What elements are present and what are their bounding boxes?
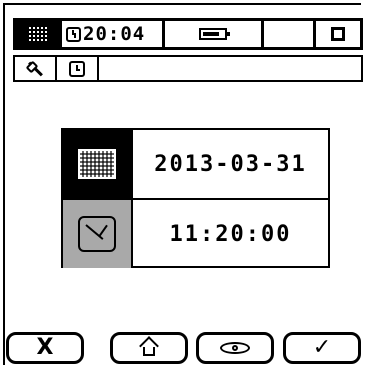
- cancel-button[interactable]: X: [6, 332, 84, 364]
- home-icon: [139, 339, 159, 357]
- datetime-panel: 2013-03-31 11:20:00: [61, 128, 330, 268]
- status-time: 20:04: [83, 23, 146, 45]
- status-bar: 20:04: [13, 18, 363, 50]
- tab-settings[interactable]: [15, 57, 57, 80]
- clock-icon: [69, 60, 85, 77]
- wrench-icon: [27, 61, 43, 77]
- time-value[interactable]: 11:20:00: [133, 200, 328, 268]
- view-button[interactable]: [196, 332, 274, 364]
- battery-icon: [199, 28, 230, 40]
- stop-icon: [331, 27, 345, 41]
- status-clock: 20:04: [62, 21, 165, 47]
- eye-icon: [220, 342, 250, 354]
- clock-icon: [78, 216, 116, 252]
- clock-icon: [66, 26, 81, 42]
- confirm-button[interactable]: ✓: [283, 332, 361, 364]
- menu-grid-icon: [29, 27, 49, 41]
- tab-bar: [13, 55, 363, 82]
- status-spacer: [264, 21, 316, 47]
- stop-button[interactable]: [316, 21, 360, 47]
- tab-clock[interactable]: [57, 57, 99, 80]
- home-button[interactable]: [110, 332, 188, 364]
- calendar-icon: [78, 149, 116, 179]
- time-icon-box: [63, 200, 133, 268]
- menu-button[interactable]: [16, 21, 62, 47]
- close-icon: X: [36, 335, 54, 360]
- check-icon: ✓: [312, 335, 332, 360]
- date-value[interactable]: 2013-03-31: [133, 130, 328, 198]
- time-row[interactable]: 11:20:00: [63, 200, 328, 268]
- date-icon-box: [63, 130, 133, 198]
- date-row[interactable]: 2013-03-31: [63, 130, 328, 200]
- battery-indicator: [165, 21, 264, 47]
